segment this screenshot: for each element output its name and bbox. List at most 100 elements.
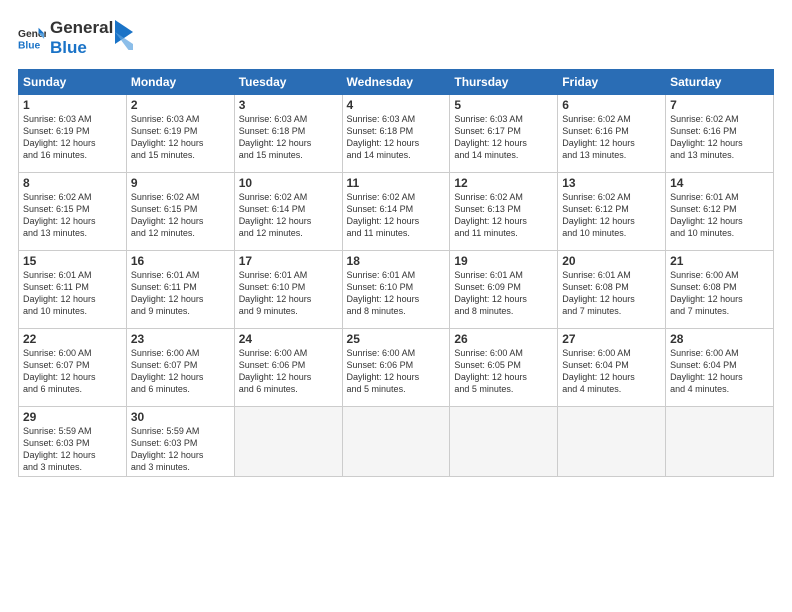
calendar-cell: 21Sunrise: 6:00 AM Sunset: 6:08 PM Dayli…: [666, 250, 774, 328]
day-number: 27: [562, 332, 661, 346]
calendar-cell: 1Sunrise: 6:03 AM Sunset: 6:19 PM Daylig…: [19, 94, 127, 172]
calendar-week-row: 1Sunrise: 6:03 AM Sunset: 6:19 PM Daylig…: [19, 94, 774, 172]
day-number: 16: [131, 254, 230, 268]
svg-text:Blue: Blue: [18, 41, 41, 52]
day-number: 5: [454, 98, 553, 112]
logo-general: General: [50, 18, 113, 38]
logo-icon: General Blue: [18, 24, 46, 52]
day-info: Sunrise: 6:00 AM Sunset: 6:08 PM Dayligh…: [670, 269, 769, 318]
day-info: Sunrise: 6:02 AM Sunset: 6:16 PM Dayligh…: [670, 113, 769, 162]
day-number: 23: [131, 332, 230, 346]
calendar-cell: 8Sunrise: 6:02 AM Sunset: 6:15 PM Daylig…: [19, 172, 127, 250]
day-info: Sunrise: 6:00 AM Sunset: 6:05 PM Dayligh…: [454, 347, 553, 396]
day-number: 20: [562, 254, 661, 268]
day-info: Sunrise: 6:01 AM Sunset: 6:12 PM Dayligh…: [670, 191, 769, 240]
day-info: Sunrise: 6:00 AM Sunset: 6:06 PM Dayligh…: [239, 347, 338, 396]
calendar-table: SundayMondayTuesdayWednesdayThursdayFrid…: [18, 69, 774, 478]
calendar-cell: 10Sunrise: 6:02 AM Sunset: 6:14 PM Dayli…: [234, 172, 342, 250]
day-info: Sunrise: 6:03 AM Sunset: 6:17 PM Dayligh…: [454, 113, 553, 162]
day-info: Sunrise: 6:02 AM Sunset: 6:14 PM Dayligh…: [347, 191, 446, 240]
calendar-week-row: 8Sunrise: 6:02 AM Sunset: 6:15 PM Daylig…: [19, 172, 774, 250]
calendar-cell: 7Sunrise: 6:02 AM Sunset: 6:16 PM Daylig…: [666, 94, 774, 172]
header: General Blue General Blue: [18, 18, 774, 59]
calendar-week-row: 29Sunrise: 5:59 AM Sunset: 6:03 PM Dayli…: [19, 406, 774, 477]
day-info: Sunrise: 6:01 AM Sunset: 6:10 PM Dayligh…: [239, 269, 338, 318]
page: General Blue General Blue SundayMondayTu…: [0, 0, 792, 612]
day-number: 13: [562, 176, 661, 190]
calendar-cell: 30Sunrise: 5:59 AM Sunset: 6:03 PM Dayli…: [126, 406, 234, 477]
calendar-cell: 22Sunrise: 6:00 AM Sunset: 6:07 PM Dayli…: [19, 328, 127, 406]
calendar-cell: 12Sunrise: 6:02 AM Sunset: 6:13 PM Dayli…: [450, 172, 558, 250]
day-number: 26: [454, 332, 553, 346]
day-info: Sunrise: 6:01 AM Sunset: 6:11 PM Dayligh…: [23, 269, 122, 318]
day-number: 30: [131, 410, 230, 424]
calendar-cell: 26Sunrise: 6:00 AM Sunset: 6:05 PM Dayli…: [450, 328, 558, 406]
calendar-cell: 19Sunrise: 6:01 AM Sunset: 6:09 PM Dayli…: [450, 250, 558, 328]
day-info: Sunrise: 6:01 AM Sunset: 6:10 PM Dayligh…: [347, 269, 446, 318]
day-number: 1: [23, 98, 122, 112]
day-info: Sunrise: 6:01 AM Sunset: 6:09 PM Dayligh…: [454, 269, 553, 318]
calendar-cell: [450, 406, 558, 477]
day-number: 2: [131, 98, 230, 112]
day-info: Sunrise: 5:59 AM Sunset: 6:03 PM Dayligh…: [131, 425, 230, 474]
calendar-cell: 3Sunrise: 6:03 AM Sunset: 6:18 PM Daylig…: [234, 94, 342, 172]
day-info: Sunrise: 6:02 AM Sunset: 6:15 PM Dayligh…: [131, 191, 230, 240]
calendar-cell: 18Sunrise: 6:01 AM Sunset: 6:10 PM Dayli…: [342, 250, 450, 328]
calendar-header-row: SundayMondayTuesdayWednesdayThursdayFrid…: [19, 69, 774, 94]
day-info: Sunrise: 6:00 AM Sunset: 6:06 PM Dayligh…: [347, 347, 446, 396]
day-info: Sunrise: 6:00 AM Sunset: 6:04 PM Dayligh…: [670, 347, 769, 396]
calendar-header-sunday: Sunday: [19, 69, 127, 94]
calendar-header-saturday: Saturday: [666, 69, 774, 94]
calendar-cell: 25Sunrise: 6:00 AM Sunset: 6:06 PM Dayli…: [342, 328, 450, 406]
calendar-cell: 27Sunrise: 6:00 AM Sunset: 6:04 PM Dayli…: [558, 328, 666, 406]
logo-blue: Blue: [50, 38, 113, 58]
day-number: 18: [347, 254, 446, 268]
calendar-cell: 24Sunrise: 6:00 AM Sunset: 6:06 PM Dayli…: [234, 328, 342, 406]
calendar-cell: 23Sunrise: 6:00 AM Sunset: 6:07 PM Dayli…: [126, 328, 234, 406]
day-info: Sunrise: 6:03 AM Sunset: 6:19 PM Dayligh…: [23, 113, 122, 162]
logo-arrow-icon: [115, 20, 133, 50]
day-info: Sunrise: 6:02 AM Sunset: 6:15 PM Dayligh…: [23, 191, 122, 240]
calendar-cell: [342, 406, 450, 477]
day-number: 12: [454, 176, 553, 190]
day-number: 28: [670, 332, 769, 346]
calendar-cell: [558, 406, 666, 477]
day-info: Sunrise: 6:02 AM Sunset: 6:13 PM Dayligh…: [454, 191, 553, 240]
calendar-cell: 6Sunrise: 6:02 AM Sunset: 6:16 PM Daylig…: [558, 94, 666, 172]
day-number: 9: [131, 176, 230, 190]
day-number: 14: [670, 176, 769, 190]
calendar-cell: 13Sunrise: 6:02 AM Sunset: 6:12 PM Dayli…: [558, 172, 666, 250]
calendar-cell: 29Sunrise: 5:59 AM Sunset: 6:03 PM Dayli…: [19, 406, 127, 477]
calendar-cell: 14Sunrise: 6:01 AM Sunset: 6:12 PM Dayli…: [666, 172, 774, 250]
calendar-header-thursday: Thursday: [450, 69, 558, 94]
calendar-cell: [234, 406, 342, 477]
calendar-cell: 16Sunrise: 6:01 AM Sunset: 6:11 PM Dayli…: [126, 250, 234, 328]
day-number: 3: [239, 98, 338, 112]
calendar-cell: 9Sunrise: 6:02 AM Sunset: 6:15 PM Daylig…: [126, 172, 234, 250]
day-info: Sunrise: 6:01 AM Sunset: 6:08 PM Dayligh…: [562, 269, 661, 318]
day-info: Sunrise: 5:59 AM Sunset: 6:03 PM Dayligh…: [23, 425, 122, 474]
day-number: 15: [23, 254, 122, 268]
day-info: Sunrise: 6:02 AM Sunset: 6:16 PM Dayligh…: [562, 113, 661, 162]
day-number: 25: [347, 332, 446, 346]
calendar-cell: 15Sunrise: 6:01 AM Sunset: 6:11 PM Dayli…: [19, 250, 127, 328]
day-info: Sunrise: 6:02 AM Sunset: 6:12 PM Dayligh…: [562, 191, 661, 240]
day-number: 17: [239, 254, 338, 268]
day-number: 29: [23, 410, 122, 424]
day-number: 11: [347, 176, 446, 190]
calendar-header-monday: Monday: [126, 69, 234, 94]
calendar-week-row: 15Sunrise: 6:01 AM Sunset: 6:11 PM Dayli…: [19, 250, 774, 328]
day-info: Sunrise: 6:03 AM Sunset: 6:19 PM Dayligh…: [131, 113, 230, 162]
calendar-header-tuesday: Tuesday: [234, 69, 342, 94]
day-number: 4: [347, 98, 446, 112]
calendar-cell: 20Sunrise: 6:01 AM Sunset: 6:08 PM Dayli…: [558, 250, 666, 328]
day-info: Sunrise: 6:03 AM Sunset: 6:18 PM Dayligh…: [347, 113, 446, 162]
day-number: 24: [239, 332, 338, 346]
calendar-week-row: 22Sunrise: 6:00 AM Sunset: 6:07 PM Dayli…: [19, 328, 774, 406]
calendar-header-friday: Friday: [558, 69, 666, 94]
day-number: 19: [454, 254, 553, 268]
day-number: 21: [670, 254, 769, 268]
day-number: 8: [23, 176, 122, 190]
day-number: 22: [23, 332, 122, 346]
day-info: Sunrise: 6:02 AM Sunset: 6:14 PM Dayligh…: [239, 191, 338, 240]
